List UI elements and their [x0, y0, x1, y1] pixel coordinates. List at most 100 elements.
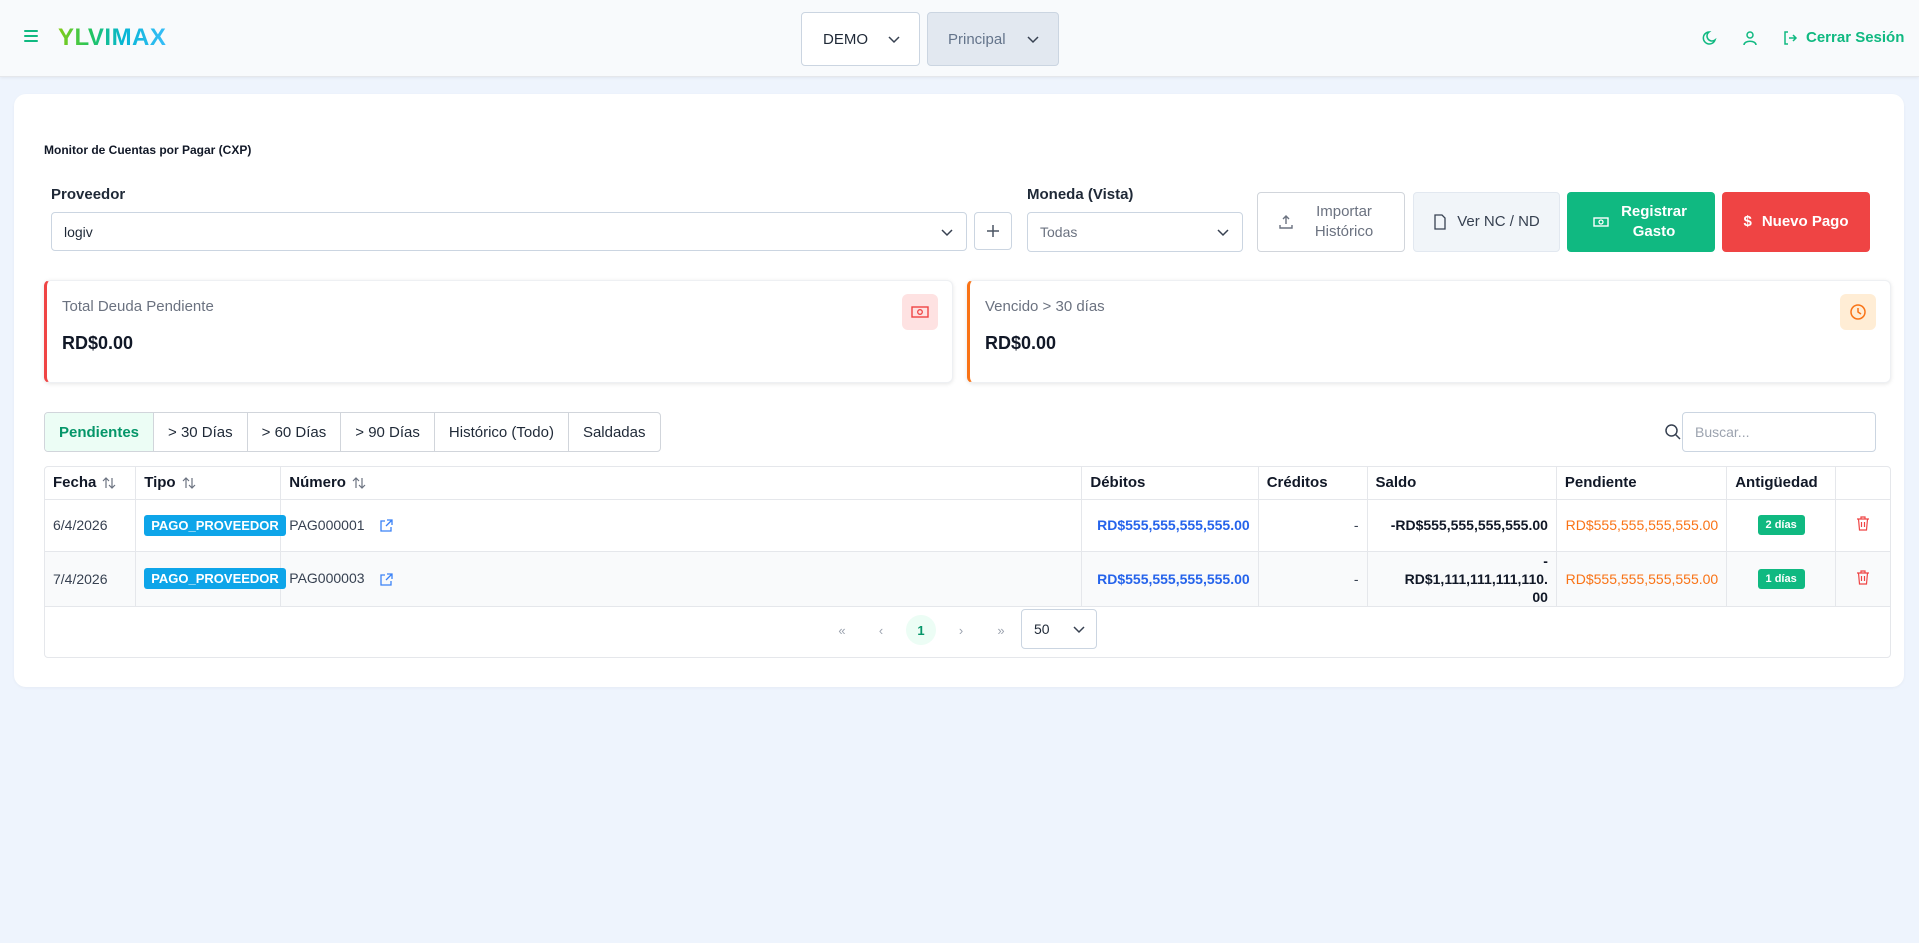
cell-debitos: RD$555,555,555,555.00 — [1081, 551, 1259, 607]
cell-pendiente: RD$555,555,555,555.00 — [1556, 551, 1728, 607]
registrar-gasto-button[interactable]: Registrar Gasto — [1567, 192, 1715, 252]
import-historico-button[interactable]: Importar Histórico — [1257, 192, 1405, 252]
plus-icon — [987, 225, 999, 237]
cell-creditos: - — [1258, 499, 1368, 552]
cell-numero: PAG000001 — [280, 499, 1083, 552]
kpi-total-label: Total Deuda Pendiente — [62, 298, 214, 315]
table-header-row: Fecha Tipo Número Débitos Créditos Saldo… — [45, 467, 1890, 500]
cell-fecha: 6/4/2026 — [45, 499, 137, 552]
col-pendiente-header: Pendiente — [1556, 467, 1728, 500]
page-title: Monitor de Cuentas por Pagar (CXP) — [44, 143, 252, 157]
branch-select[interactable]: Principal — [927, 12, 1059, 66]
kpi-vencido: Vencido > 30 días RD$0.00 — [967, 280, 1891, 383]
branch-select-value: Principal — [948, 30, 1006, 48]
cell-creditos: - — [1258, 551, 1368, 607]
moneda-label: Moneda (Vista) — [1027, 186, 1134, 203]
cell-actions — [1835, 499, 1890, 552]
cell-saldo: -RD$555,555,555,555.00 — [1367, 499, 1557, 552]
logout-label: Cerrar Sesión — [1806, 29, 1905, 46]
moneda-select[interactable]: Todas — [1027, 212, 1243, 252]
kpi-vencido-label: Vencido > 30 días — [985, 298, 1105, 315]
search-icon — [1665, 424, 1681, 440]
company-select-value: DEMO — [823, 30, 868, 48]
dollar-icon: $ — [1743, 213, 1752, 230]
logout-icon — [1784, 30, 1798, 45]
moon-icon[interactable] — [1701, 29, 1719, 47]
main-card: Monitor de Cuentas por Pagar (CXP) Prove… — [14, 94, 1904, 687]
col-numero-label: Número — [289, 474, 346, 492]
nuevo-pago-button[interactable]: $ Nuevo Pago — [1722, 192, 1870, 252]
cell-tipo: PAGO_PROVEEDOR — [135, 499, 286, 552]
trash-icon[interactable] — [1856, 516, 1870, 531]
external-link-icon[interactable] — [379, 572, 393, 587]
per-page-value: 50 — [1034, 621, 1050, 637]
ver-nc-nd-button[interactable]: Ver NC / ND — [1413, 192, 1560, 252]
table-row: 7/4/2026 PAGO_PROVEEDOR PAG000003 RD$555… — [45, 551, 1890, 607]
import-historico-label: Importar Histórico — [1314, 203, 1374, 240]
numero-value: PAG000003 — [289, 570, 365, 587]
chevron-down-icon — [1217, 229, 1229, 237]
cash-icon — [902, 294, 938, 330]
upload-icon — [1279, 215, 1293, 229]
logout-button[interactable]: Cerrar Sesión — [1782, 29, 1904, 46]
ver-nc-nd-label: Ver NC / ND — [1457, 213, 1540, 230]
top-bar: YLVIMAX DEMO Principal Cerrar Sesión — [0, 0, 1919, 77]
prev-page-button[interactable]: ‹ — [866, 615, 896, 645]
document-icon — [1434, 214, 1446, 230]
col-saldo-header: Saldo — [1367, 467, 1557, 500]
moneda-value: Todas — [1040, 224, 1078, 240]
cell-actions — [1835, 551, 1890, 607]
sort-icon[interactable] — [102, 476, 116, 490]
cell-tipo: PAGO_PROVEEDOR — [135, 551, 286, 607]
chevron-down-icon — [888, 36, 900, 44]
cell-fecha: 7/4/2026 — [45, 551, 137, 607]
col-tipo-header[interactable]: Tipo — [135, 467, 282, 500]
tab-historico[interactable]: Histórico (Todo) — [435, 413, 569, 451]
chevron-down-icon — [1027, 36, 1039, 44]
page-number-button[interactable]: 1 — [906, 615, 936, 645]
tab-30-dias[interactable]: > 30 Días — [154, 413, 248, 451]
col-tipo-label: Tipo — [144, 474, 176, 492]
per-page-select[interactable]: 50 — [1021, 609, 1097, 649]
clock-icon — [1840, 294, 1876, 330]
last-page-button[interactable]: » — [986, 615, 1016, 645]
proveedor-select[interactable]: logiv — [51, 212, 967, 251]
cell-pendiente: RD$555,555,555,555.00 — [1556, 499, 1728, 552]
sort-icon[interactable] — [182, 476, 196, 490]
tipo-badge: PAGO_PROVEEDOR — [144, 568, 286, 589]
trash-icon[interactable] — [1856, 569, 1870, 585]
saldo-value: -RD$1,111,111,111,110.00 — [1404, 552, 1548, 605]
search-input[interactable] — [1682, 412, 1876, 452]
aging-tabs: Pendientes > 30 Días > 60 Días > 90 Días… — [44, 412, 661, 452]
external-link-icon[interactable] — [379, 519, 393, 533]
tipo-badge: PAGO_PROVEEDOR — [144, 514, 286, 536]
tab-pendientes[interactable]: Pendientes — [45, 413, 155, 451]
kpi-total-value: RD$0.00 — [62, 333, 134, 353]
nuevo-pago-label: Nuevo Pago — [1761, 213, 1849, 230]
app-logo[interactable]: YLVIMAX — [58, 24, 166, 52]
sort-icon[interactable] — [352, 476, 366, 490]
tab-60-dias[interactable]: > 60 Días — [248, 413, 342, 451]
cell-numero: PAG000003 — [280, 551, 1083, 607]
antiguedad-badge: 1 días — [1757, 568, 1805, 589]
cash-icon — [1593, 217, 1609, 227]
proveedor-label: Proveedor — [51, 186, 126, 203]
tab-90-dias[interactable]: > 90 Días — [341, 413, 435, 451]
user-icon[interactable] — [1741, 29, 1759, 47]
chevron-down-icon — [1073, 626, 1085, 634]
kpi-total-deuda: Total Deuda Pendiente RD$0.00 — [44, 280, 953, 383]
col-numero-header[interactable]: Número — [280, 467, 1083, 500]
numero-value: PAG000001 — [289, 516, 365, 533]
next-page-button[interactable]: › — [946, 615, 976, 645]
tab-saldadas[interactable]: Saldadas — [569, 413, 660, 451]
kpi-vencido-value: RD$0.00 — [985, 333, 1057, 353]
first-page-button[interactable]: « — [827, 615, 857, 645]
cell-antiguedad: 2 días — [1726, 499, 1837, 552]
company-select[interactable]: DEMO — [801, 12, 920, 66]
menu-icon[interactable] — [24, 30, 38, 42]
add-proveedor-button[interactable] — [974, 212, 1012, 250]
proveedor-value: logiv — [64, 223, 93, 240]
col-fecha-header[interactable]: Fecha — [45, 467, 137, 500]
cell-antiguedad: 1 días — [1726, 551, 1837, 607]
col-creditos-header: Créditos — [1258, 467, 1368, 500]
